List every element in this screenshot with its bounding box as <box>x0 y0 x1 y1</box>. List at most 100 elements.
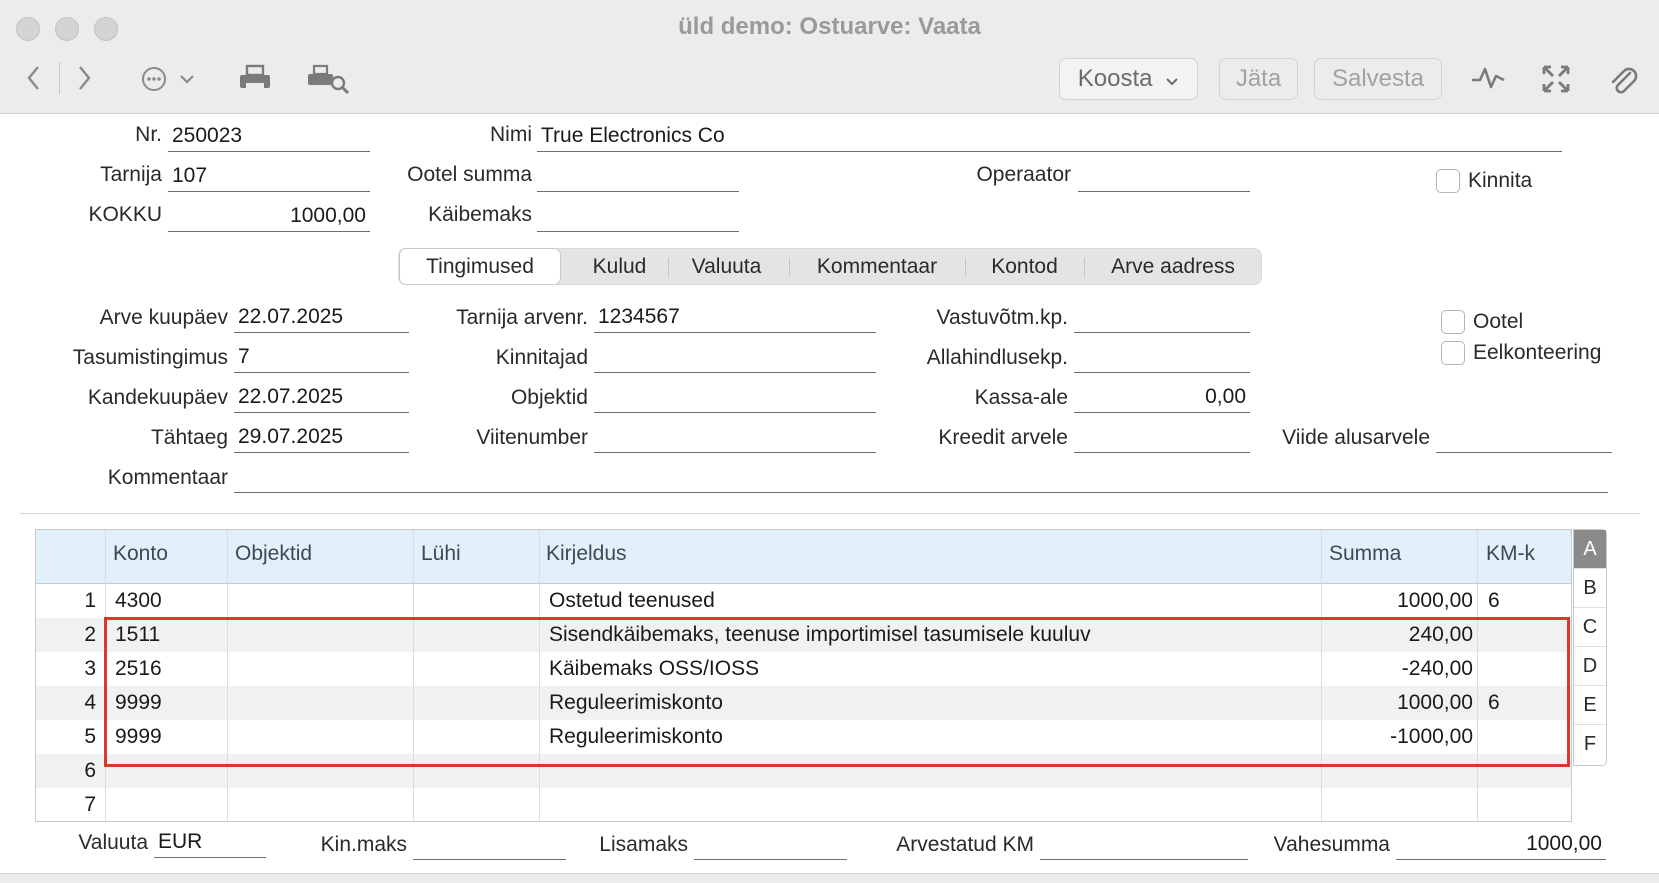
activity-icon[interactable] <box>1470 66 1506 90</box>
supplier-field[interactable]: 107 <box>168 162 370 192</box>
section-letter-c[interactable]: C <box>1574 608 1606 647</box>
column-header-kirjeldus[interactable]: Kirjeldus <box>546 542 627 566</box>
calc-vat-field[interactable] <box>1040 830 1248 860</box>
cash-discount-field[interactable]: 0,00 <box>1074 383 1250 413</box>
pending-sum-label: Ootel summa <box>407 163 532 186</box>
back-icon[interactable] <box>24 64 44 92</box>
reference-no-field[interactable] <box>594 423 876 453</box>
column-header-objektid[interactable]: Objektid <box>235 542 312 566</box>
invoice-date-field[interactable]: 22.07.2025 <box>234 303 409 333</box>
table-row[interactable]: 1 4300 Ostetud teenused 1000,00 6 <box>36 584 1571 618</box>
cell-amount[interactable]: 1000,00 <box>1321 589 1473 613</box>
section-letter-a[interactable]: A <box>1574 530 1606 569</box>
discount-date-label: Allahindlusekp. <box>926 346 1068 369</box>
row-number: 6 <box>84 759 96 782</box>
table-row[interactable]: 7 <box>36 788 1571 821</box>
row-number: 2 <box>84 623 96 646</box>
nr-label: Nr. <box>135 123 162 146</box>
payment-terms-field[interactable]: 7 <box>234 343 409 373</box>
cell-vat-code[interactable]: 6 <box>1488 589 1500 613</box>
invoice-date-label: Arve kuupäev <box>99 306 228 329</box>
base-invoice-ref-field[interactable] <box>1436 423 1612 453</box>
vat-field[interactable] <box>537 202 739 232</box>
cell-account[interactable]: 4300 <box>115 589 162 613</box>
subtotal-field[interactable]: 1000,00 <box>1396 830 1606 860</box>
total-label: KOKKU <box>88 203 162 226</box>
comment-label: Kommentaar <box>107 466 228 489</box>
due-date-label: Tähtaeg <box>150 426 228 449</box>
print-icon[interactable] <box>238 64 272 92</box>
operator-field[interactable] <box>1078 162 1250 192</box>
column-header-luhi[interactable]: Lühi <box>421 542 461 566</box>
tab-kulud[interactable]: Kulud <box>562 249 677 284</box>
confirm-checkbox[interactable] <box>1436 169 1460 193</box>
transaction-date-field[interactable]: 22.07.2025 <box>234 383 409 413</box>
table-header: Konto Objektid Lühi Kirjeldus Summa KM-k <box>36 530 1571 584</box>
preposting-checkbox[interactable] <box>1441 341 1465 365</box>
currency-field[interactable]: EUR <box>154 828 266 858</box>
calc-vat-label: Arvestatud KM <box>896 833 1034 856</box>
row-number: 4 <box>84 691 96 714</box>
section-letter-bar: A B C D E F <box>1573 529 1607 766</box>
column-header-summa[interactable]: Summa <box>1329 542 1401 566</box>
more-options-icon[interactable] <box>140 66 198 92</box>
section-letter-f[interactable]: F <box>1574 725 1606 764</box>
nr-field[interactable]: 250023 <box>168 122 370 152</box>
kin-tax-field[interactable] <box>413 830 566 860</box>
payment-terms-label: Tasumistingimus <box>72 346 228 369</box>
section-letter-d[interactable]: D <box>1574 647 1606 686</box>
receipt-date-label: Vastuvõtm.kp. <box>936 306 1069 329</box>
tab-valuuta[interactable]: Valuuta <box>669 249 784 284</box>
window-title: üld demo: Ostuarve: Vaata <box>678 13 981 40</box>
forward-icon[interactable] <box>74 64 94 92</box>
row-number: 3 <box>84 657 96 680</box>
window-bottom-edge <box>0 873 1659 883</box>
create-dropdown-button[interactable]: Koosta <box>1059 58 1198 100</box>
objects-field[interactable] <box>594 383 876 413</box>
confirm-label: Kinnita <box>1468 169 1533 192</box>
pending-sum-field[interactable] <box>537 162 739 192</box>
section-letter-b[interactable]: B <box>1574 569 1606 608</box>
name-field[interactable]: True Electronics Co <box>537 122 1562 152</box>
column-header-km-k[interactable]: KM-k <box>1486 542 1535 566</box>
comment-field[interactable] <box>234 463 1608 493</box>
base-invoice-ref-label: Viide alusarvele <box>1282 426 1430 449</box>
currency-label: Valuuta <box>78 831 148 854</box>
row-number: 7 <box>84 793 96 816</box>
save-button[interactable]: Salvesta <box>1314 58 1442 100</box>
attachment-icon[interactable] <box>1608 62 1638 96</box>
print-preview-icon[interactable] <box>307 64 351 96</box>
cell-description[interactable]: Ostetud teenused <box>549 589 715 613</box>
name-label: Nimi <box>490 123 532 146</box>
preposting-label: Eelkonteering <box>1473 341 1602 364</box>
section-letter-e[interactable]: E <box>1574 686 1606 725</box>
section-divider <box>20 513 1640 514</box>
highlight-box <box>104 617 1570 767</box>
transaction-date-label: Kandekuupäev <box>87 386 228 409</box>
row-number: 1 <box>84 589 96 612</box>
credit-invoice-field[interactable] <box>1074 423 1250 453</box>
approvers-label: Kinnitajad <box>495 346 588 369</box>
extra-tax-field[interactable] <box>694 830 847 860</box>
discount-date-field[interactable] <box>1074 343 1250 373</box>
supplier-invoice-no-field[interactable]: 1234567 <box>594 303 876 333</box>
column-header-konto[interactable]: Konto <box>113 542 168 566</box>
window-toolbar: üld demo: Ostuarve: Vaata Koosta Jäta Sa… <box>0 0 1659 114</box>
create-button-label: Koosta <box>1077 65 1153 92</box>
tab-kontod[interactable]: Kontod <box>966 249 1083 284</box>
row-number: 5 <box>84 725 96 748</box>
due-date-field[interactable]: 29.07.2025 <box>234 423 409 453</box>
fullscreen-icon[interactable] <box>1541 64 1571 94</box>
kin-tax-label: Kin.maks <box>320 833 407 856</box>
tab-kommentaar[interactable]: Kommentaar <box>790 249 964 284</box>
approvers-field[interactable] <box>594 343 876 373</box>
pending-checkbox[interactable] <box>1441 310 1465 334</box>
reference-no-label: Viitenumber <box>476 426 588 449</box>
receipt-date-field[interactable] <box>1074 303 1250 333</box>
extra-tax-label: Lisamaks <box>599 833 688 856</box>
tab-arve-aadress[interactable]: Arve aadress <box>1085 249 1261 284</box>
leave-button[interactable]: Jäta <box>1219 58 1298 100</box>
supplier-invoice-no-label: Tarnija arvenr. <box>456 306 588 329</box>
total-field[interactable]: 1000,00 <box>168 202 370 232</box>
tab-tingimused[interactable]: Tingimused <box>399 248 561 285</box>
